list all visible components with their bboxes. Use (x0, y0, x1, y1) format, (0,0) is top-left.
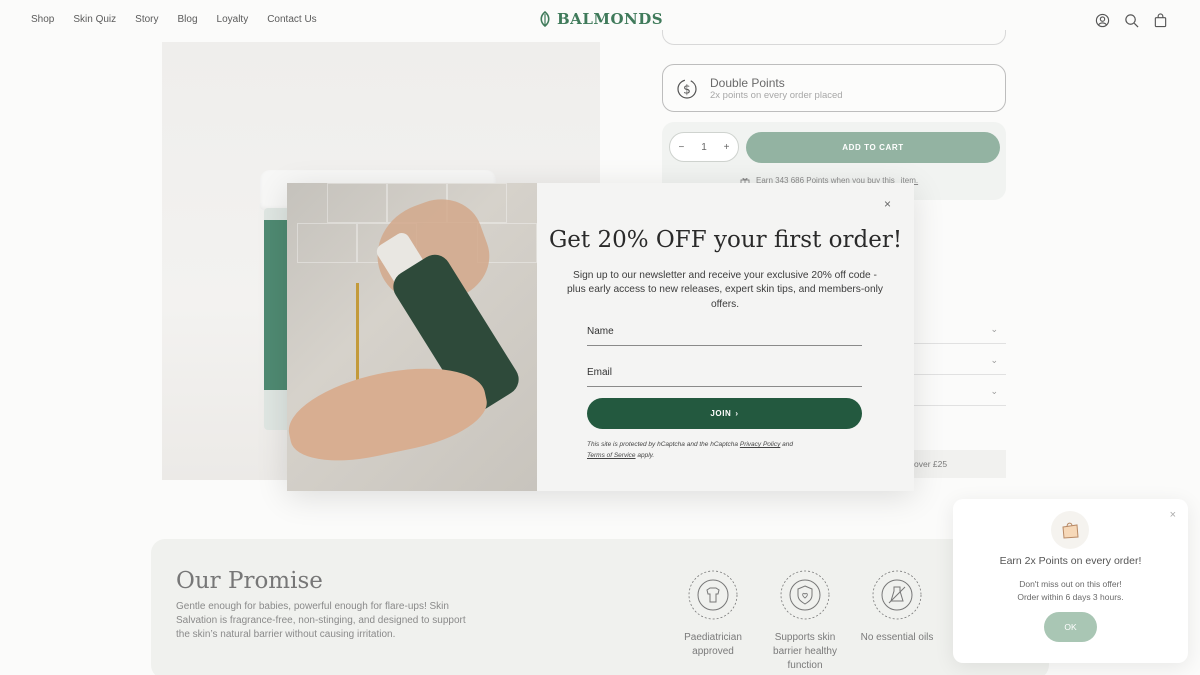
account-icon[interactable] (1095, 13, 1110, 28)
badge-paediatrician: Paediatrician approved (673, 569, 753, 659)
join-label: JOIN (710, 409, 732, 418)
wall-tile (327, 183, 387, 223)
toast-text: Don't miss out on this offer! Order with… (953, 578, 1188, 603)
nav-blog[interactable]: Blog (178, 14, 198, 25)
flask-badge-icon (872, 570, 922, 620)
join-button[interactable]: JOIN › (587, 398, 862, 429)
toast-line-2: Order within 6 days 3 hours. (1017, 591, 1124, 602)
nav-loyalty[interactable]: Loyalty (217, 14, 249, 25)
nav-story[interactable]: Story (135, 14, 158, 25)
header-icons (1095, 13, 1168, 28)
newsletter-modal: × Get 20% OFF your first order! Sign up … (287, 183, 914, 491)
captcha-legal-note: This site is protected by hCaptcha and t… (587, 439, 857, 461)
legal-and: and (782, 441, 793, 448)
double-points-subtitle: 2x points on every order placed (710, 90, 843, 101)
qty-increase-button[interactable]: + (724, 142, 730, 153)
legal-apply: apply. (637, 452, 655, 459)
baby-onesie-badge-icon (688, 570, 738, 620)
chevron-right-icon: › (735, 409, 739, 418)
jar-label (264, 220, 288, 390)
accordion-item[interactable]: ⌄ (910, 375, 1006, 406)
modal-oil-image (287, 183, 537, 491)
modal-close-icon[interactable]: × (884, 197, 891, 211)
chevron-down-icon: ⌄ (990, 355, 998, 365)
legal-prefix: This site is protected by hCaptcha and t… (587, 441, 739, 448)
toast-close-icon[interactable]: × (1170, 509, 1176, 521)
free-shipping-note: over £25 (910, 450, 1006, 478)
privacy-policy-link[interactable]: Privacy Policy (740, 441, 780, 448)
nav-shop[interactable]: Shop (31, 14, 54, 25)
main-nav: Shop Skin Quiz Story Blog Loyalty Contac… (31, 14, 317, 25)
badge-label: Supports skin barrier healthy function (773, 632, 837, 671)
accordion-item[interactable]: ⌄ (910, 313, 1006, 344)
accordion-item[interactable]: ⌄ (910, 344, 1006, 375)
site-header: Shop Skin Quiz Story Blog Loyalty Contac… (0, 0, 1200, 42)
qty-decrease-button[interactable]: − (678, 142, 684, 153)
chevron-down-icon: ⌄ (990, 324, 998, 334)
email-field[interactable]: Email (587, 361, 862, 387)
name-field[interactable]: Name (587, 320, 862, 346)
promise-title: Our Promise (176, 568, 323, 594)
promise-section: Our Promise Gentle enough for babies, po… (151, 539, 1049, 675)
nav-skin-quiz[interactable]: Skin Quiz (73, 14, 116, 25)
toast-line-1: Don't miss out on this offer! (1019, 579, 1122, 589)
leaf-logo-icon (540, 11, 550, 27)
double-points-title: Double Points (710, 76, 785, 90)
nav-contact-us[interactable]: Contact Us (267, 14, 316, 25)
badge-label: Paediatrician approved (684, 632, 742, 657)
modal-heading: Get 20% OFF your first order! (548, 227, 903, 253)
terms-of-service-link[interactable]: Terms of Service (587, 452, 636, 459)
double-points-option[interactable]: $ Double Points 2x points on every order… (662, 64, 1006, 112)
search-icon[interactable] (1124, 13, 1139, 28)
quantity-stepper: − 1 + (669, 132, 739, 162)
shopping-bag-icon (1051, 511, 1089, 549)
badge-fragrance-free: No essential oils (857, 569, 937, 645)
qty-value[interactable]: 1 (701, 142, 707, 153)
points-dollar-icon: $ (677, 79, 697, 99)
add-to-cart-button[interactable]: ADD TO CART (746, 132, 1000, 163)
cart-bag-icon[interactable] (1153, 13, 1168, 28)
wall-tile (297, 223, 357, 263)
points-toast: × Earn 2x Points on every order! Don't m… (953, 499, 1188, 663)
shield-heart-badge-icon (780, 570, 830, 620)
chevron-down-icon: ⌄ (990, 386, 998, 396)
modal-description: Sign up to our newsletter and receive yo… (567, 270, 883, 310)
brand-logo[interactable]: BALMONDS (537, 10, 663, 28)
promise-text: Gentle enough for babies, powerful enoug… (176, 601, 466, 640)
toast-title: Earn 2x Points on every order! (999, 555, 1142, 567)
badge-label: No essential oils (860, 632, 934, 643)
badge-barrier-support: Supports skin barrier healthy function (765, 569, 845, 673)
svg-text:$: $ (683, 83, 691, 97)
toast-ok-button[interactable]: OK (1044, 612, 1097, 642)
option-box[interactable] (662, 30, 1006, 45)
logo-text: BALMONDS (557, 10, 664, 28)
